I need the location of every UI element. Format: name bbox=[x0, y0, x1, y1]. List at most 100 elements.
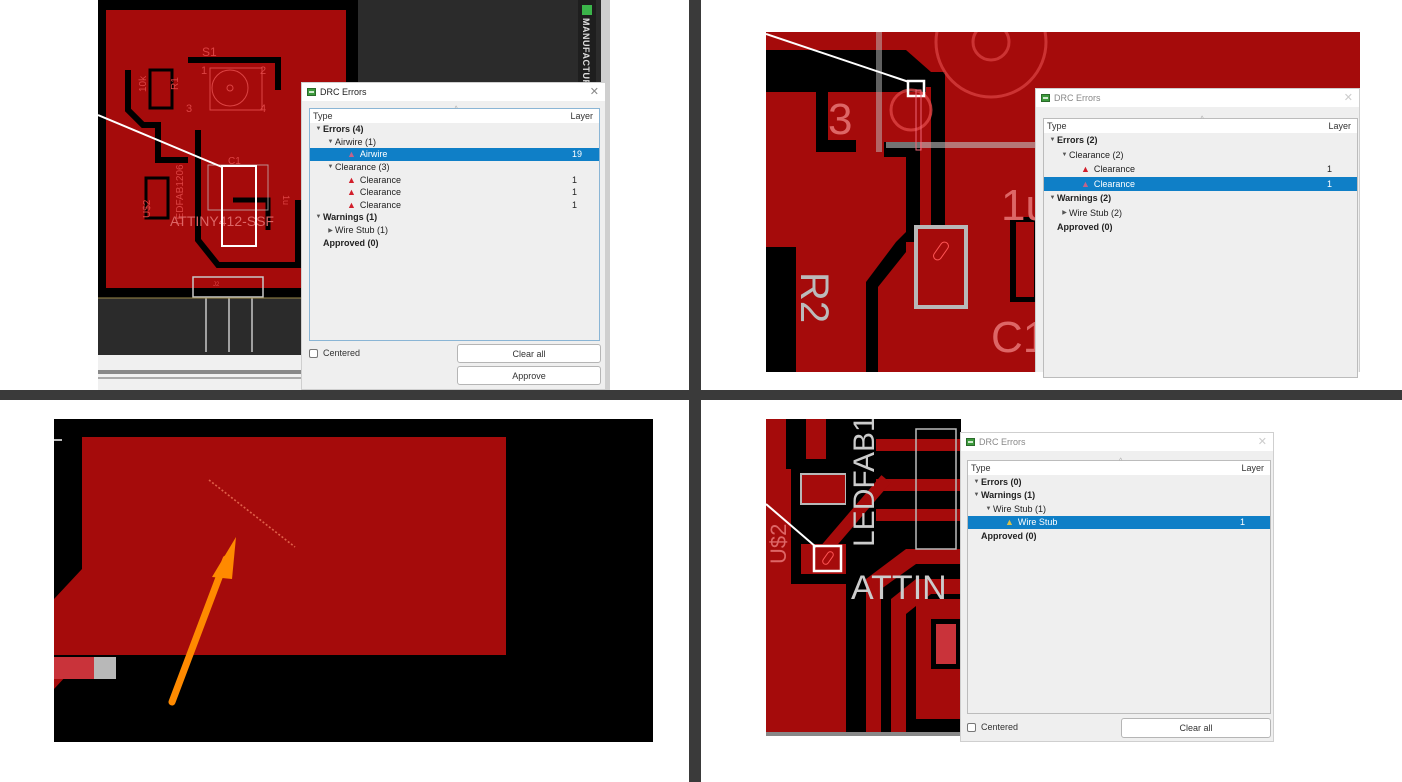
tree-category-row[interactable]: Approved (0) bbox=[1044, 220, 1357, 235]
error-triangle-icon: ▲ bbox=[347, 174, 356, 185]
tree-group-row[interactable]: ▶ Wire Stub (1) bbox=[310, 224, 599, 237]
tree-item-row[interactable]: ▲ Clearance 1 bbox=[310, 199, 599, 212]
column-type[interactable]: Type bbox=[313, 111, 333, 121]
row-label-group: ▼ Errors (2) bbox=[1048, 135, 1098, 145]
collapse-arrow-icon[interactable]: ▶ bbox=[1060, 209, 1069, 216]
expand-arrow-icon[interactable]: ▼ bbox=[984, 506, 993, 512]
row-label: Wire Stub bbox=[1017, 517, 1058, 528]
svg-text:4: 4 bbox=[260, 103, 266, 115]
row-layer: 1 bbox=[572, 174, 578, 185]
tree-category-row[interactable]: ▼ Errors (4) bbox=[310, 123, 599, 136]
error-triangle-icon: ▲ bbox=[347, 149, 356, 160]
row-label-group: Approved (0) bbox=[314, 238, 379, 248]
row-label-group: ▲ Clearance bbox=[1072, 164, 1135, 174]
tree-item-row[interactable]: ▲ Clearance 1 bbox=[1044, 176, 1357, 191]
panel-bottom-left-closeup bbox=[54, 419, 653, 742]
expand-arrow-icon[interactable]: ▼ bbox=[1048, 137, 1057, 143]
row-label: Approved (0) bbox=[323, 237, 379, 248]
tree-header[interactable]: ^ Type Layer bbox=[310, 106, 599, 123]
expand-arrow-icon[interactable]: ▼ bbox=[972, 492, 981, 498]
expand-arrow-icon[interactable]: ▼ bbox=[1048, 195, 1057, 201]
close-icon[interactable]: ✕ bbox=[1258, 435, 1267, 448]
expand-arrow-icon[interactable]: ▼ bbox=[1060, 152, 1069, 158]
tree-group-row[interactable]: ▶ Wire Stub (2) bbox=[1044, 206, 1357, 221]
tree-group-row[interactable]: ▼ Clearance (3) bbox=[310, 161, 599, 174]
tree-category-row[interactable]: ▼ Errors (2) bbox=[1044, 133, 1357, 148]
expand-arrow-icon[interactable]: ▼ bbox=[326, 139, 335, 145]
centered-checkbox[interactable]: Centered bbox=[309, 348, 360, 358]
copper-area bbox=[82, 437, 506, 655]
dialog-titlebar[interactable]: DRC Errors ✕ bbox=[1036, 89, 1359, 107]
row-label-group: ▼ Warnings (2) bbox=[1048, 193, 1112, 203]
tree-category-row[interactable]: Approved (0) bbox=[310, 236, 599, 249]
tree-category-row[interactable]: Approved (0) bbox=[968, 529, 1270, 543]
svg-text:2: 2 bbox=[260, 65, 266, 77]
tree-rows: ▼ Errors (2) ▼ Clearance (2) ▲ Clearance 1 ▲ Cle… bbox=[1044, 133, 1357, 235]
column-layer[interactable]: Layer bbox=[1328, 121, 1351, 131]
tree-rows: ▼ Errors (0) ▼ Warnings (1) ▼ Wire Stub (1) ▲ W… bbox=[968, 475, 1270, 543]
close-icon[interactable]: ✕ bbox=[590, 85, 599, 98]
approve-button[interactable]: Approve bbox=[457, 366, 601, 385]
pcb-canvas-zoomed[interactable]: U$2 LEDFAB1 ATTIN bbox=[766, 419, 961, 742]
svg-text:U$2: U$2 bbox=[766, 524, 791, 564]
drc-errors-dialog: DRC Errors ✕ ^ Type Layer ▼ Errors (2) ▼ Cl… bbox=[1035, 88, 1360, 378]
tree-item-row[interactable]: ▲ Clearance 1 bbox=[310, 186, 599, 199]
clearance-error-marker bbox=[915, 89, 922, 151]
centered-label: Centered bbox=[981, 722, 1019, 732]
row-label-group: ▼ Wire Stub (1) bbox=[984, 504, 1047, 514]
expand-arrow-icon[interactable]: ▼ bbox=[314, 126, 323, 132]
column-layer[interactable]: Layer bbox=[1241, 463, 1264, 473]
expand-arrow-icon[interactable]: ▼ bbox=[972, 479, 981, 485]
column-type[interactable]: Type bbox=[1047, 121, 1067, 131]
svg-text:1: 1 bbox=[201, 65, 207, 77]
sort-indicator-icon: ^ bbox=[454, 106, 458, 113]
drc-tree[interactable]: ^ Type Layer ▼ Errors (2) ▼ Clearance (2) ▲ C… bbox=[1043, 116, 1358, 378]
pcb-canvas-closeup[interactable] bbox=[54, 419, 653, 742]
column-layer[interactable]: Layer bbox=[570, 111, 593, 121]
tree-group-row[interactable]: ▼ Wire Stub (1) bbox=[968, 502, 1270, 516]
drc-app-icon bbox=[307, 88, 316, 96]
tree-item-row[interactable]: ▲ Clearance 1 bbox=[1044, 162, 1357, 177]
centered-checkbox[interactable]: Centered bbox=[967, 722, 1018, 732]
tree-item-row[interactable]: ▲ Clearance 1 bbox=[310, 173, 599, 186]
tree-group-row[interactable]: ▼ Clearance (2) bbox=[1044, 148, 1357, 163]
checkbox-box[interactable] bbox=[967, 722, 976, 732]
row-label-group: ▼ Errors (4) bbox=[314, 124, 364, 134]
row-label-group: ▲ Clearance bbox=[1072, 179, 1135, 189]
tree-header[interactable]: ^ Type Layer bbox=[1044, 116, 1357, 133]
board-label-pin3: 3 bbox=[828, 95, 852, 144]
tree-category-row[interactable]: ▼ Warnings (2) bbox=[1044, 191, 1357, 206]
row-layer: 1 bbox=[1327, 178, 1333, 189]
dialog-titlebar[interactable]: DRC Errors ✕ bbox=[961, 433, 1273, 451]
drc-tree[interactable]: ^ Type Layer ▼ Errors (4) ▼ Airwire (1) ▲ Air… bbox=[309, 106, 600, 341]
collapse-arrow-icon[interactable]: ▶ bbox=[326, 227, 335, 234]
dialog-titlebar[interactable]: DRC Errors ✕ bbox=[302, 83, 605, 101]
row-label-group: ▼ Warnings (1) bbox=[972, 490, 1036, 501]
tree-item-row[interactable]: ▲ Airwire 19 bbox=[310, 148, 599, 161]
tree-category-row[interactable]: ▼ Warnings (1) bbox=[310, 211, 599, 224]
expand-arrow-icon[interactable]: ▼ bbox=[326, 164, 335, 170]
manufacturing-icon bbox=[582, 5, 592, 15]
drc-tree[interactable]: ^ Type Layer ▼ Errors (0) ▼ Warnings (1) ▼ Wi… bbox=[967, 458, 1271, 714]
tree-header[interactable]: ^ Type Layer bbox=[968, 458, 1270, 475]
row-label: Clearance (3) bbox=[335, 162, 390, 173]
clear-all-button[interactable]: Clear all bbox=[1121, 718, 1271, 738]
tree-item-row[interactable]: ▲ Wire Stub 1 bbox=[968, 515, 1270, 529]
close-icon[interactable]: ✕ bbox=[1344, 91, 1353, 104]
column-type[interactable]: Type bbox=[971, 463, 991, 473]
svg-text:1u: 1u bbox=[281, 195, 291, 205]
clear-all-button[interactable]: Clear all bbox=[457, 344, 601, 363]
row-layer: 1 bbox=[1240, 517, 1246, 528]
row-label-group: ▲ Clearance bbox=[338, 175, 401, 185]
row-label: Airwire bbox=[359, 149, 388, 160]
dialog-title: DRC Errors bbox=[1054, 93, 1101, 103]
tree-category-row[interactable]: ▼ Warnings (1) bbox=[968, 489, 1270, 503]
tree-category-row[interactable]: ▼ Errors (0) bbox=[968, 475, 1270, 489]
row-label: Errors (0) bbox=[981, 476, 1022, 487]
checkbox-box[interactable] bbox=[309, 348, 318, 358]
manufacturing-side-tab[interactable]: MANUFACTURING bbox=[578, 0, 596, 104]
row-label-group: ▶ Wire Stub (1) bbox=[326, 225, 388, 235]
expand-arrow-icon[interactable]: ▼ bbox=[314, 214, 323, 220]
tree-group-row[interactable]: ▼ Airwire (1) bbox=[310, 136, 599, 149]
row-label: Warnings (1) bbox=[981, 490, 1036, 501]
